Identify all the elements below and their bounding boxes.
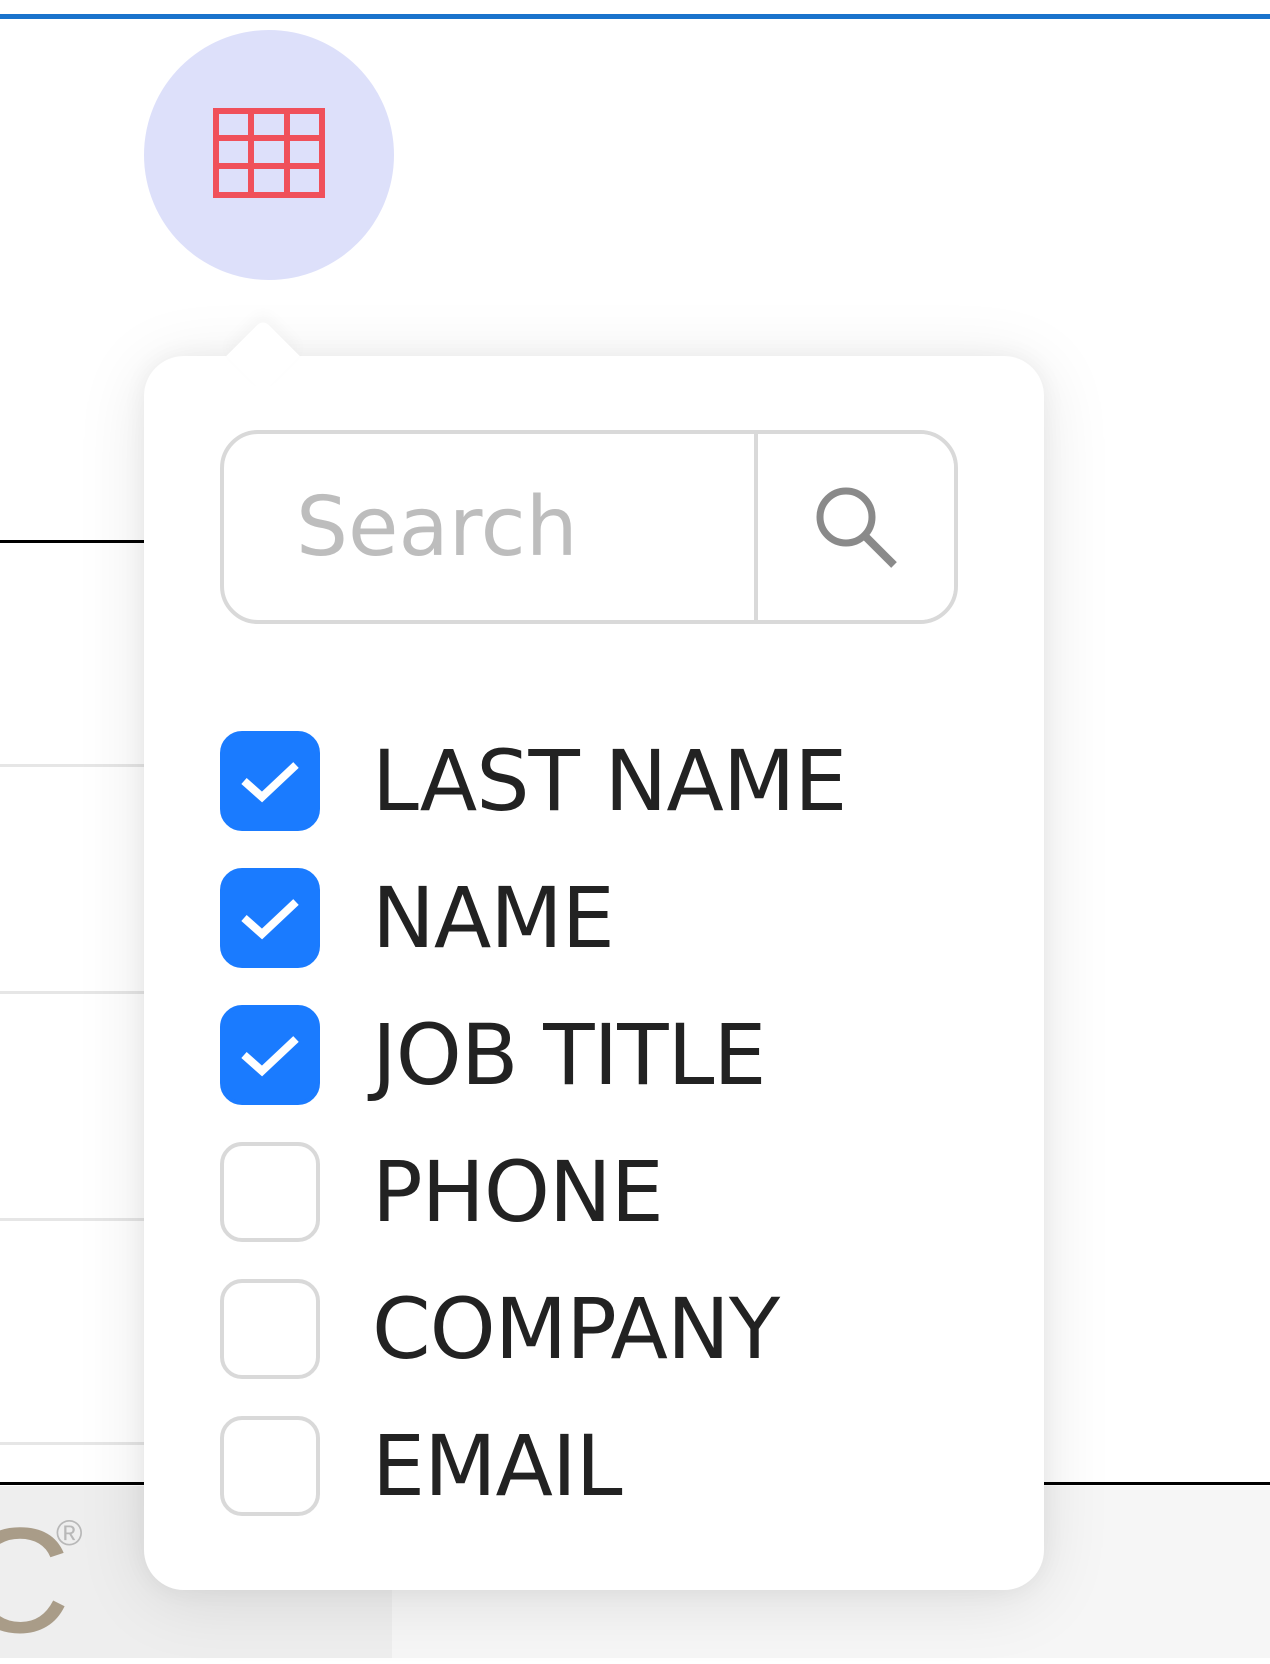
column-option-label: PHONE [372, 1142, 664, 1241]
column-option-last-name[interactable]: LAST NAME [220, 712, 1000, 849]
table-row-divider [0, 764, 150, 767]
table-row-divider [0, 1218, 150, 1221]
checkbox[interactable] [220, 1141, 320, 1242]
table-grid-icon [213, 108, 325, 198]
table-row-divider [0, 1442, 150, 1445]
column-option-label: LAST NAME [372, 731, 847, 830]
search-box [220, 430, 958, 624]
column-chooser-button[interactable] [144, 30, 394, 280]
checkbox[interactable] [220, 730, 320, 831]
column-options-list: LAST NAME NAME JOB TITLE PHONE COMPANY E… [220, 712, 1000, 1534]
column-option-job-title[interactable]: JOB TITLE [220, 986, 1000, 1123]
registered-mark: ® [56, 1512, 83, 1553]
table-row-divider [0, 991, 150, 994]
column-chooser-popover: LAST NAME NAME JOB TITLE PHONE COMPANY [144, 319, 1044, 1590]
column-option-company[interactable]: COMPANY [220, 1260, 1000, 1397]
checkmark-icon [241, 898, 299, 939]
checkmark-icon [241, 761, 299, 802]
column-option-label: COMPANY [372, 1279, 780, 1378]
column-option-phone[interactable]: PHONE [220, 1123, 1000, 1260]
checkbox[interactable] [220, 1004, 320, 1105]
popover-arrow [226, 319, 300, 393]
search-icon [816, 487, 897, 568]
search-input[interactable] [224, 434, 754, 620]
column-option-email[interactable]: EMAIL [220, 1397, 1000, 1534]
column-option-label: EMAIL [372, 1416, 623, 1515]
checkbox[interactable] [220, 1415, 320, 1516]
column-option-label: NAME [372, 868, 615, 967]
checkmark-icon [241, 1035, 299, 1076]
checkbox[interactable] [220, 1278, 320, 1379]
search-button[interactable] [754, 434, 954, 620]
column-option-label: JOB TITLE [372, 1005, 766, 1104]
top-accent-bar [0, 14, 1270, 19]
column-option-name[interactable]: NAME [220, 849, 1000, 986]
checkbox[interactable] [220, 867, 320, 968]
table-header-divider [0, 540, 150, 543]
